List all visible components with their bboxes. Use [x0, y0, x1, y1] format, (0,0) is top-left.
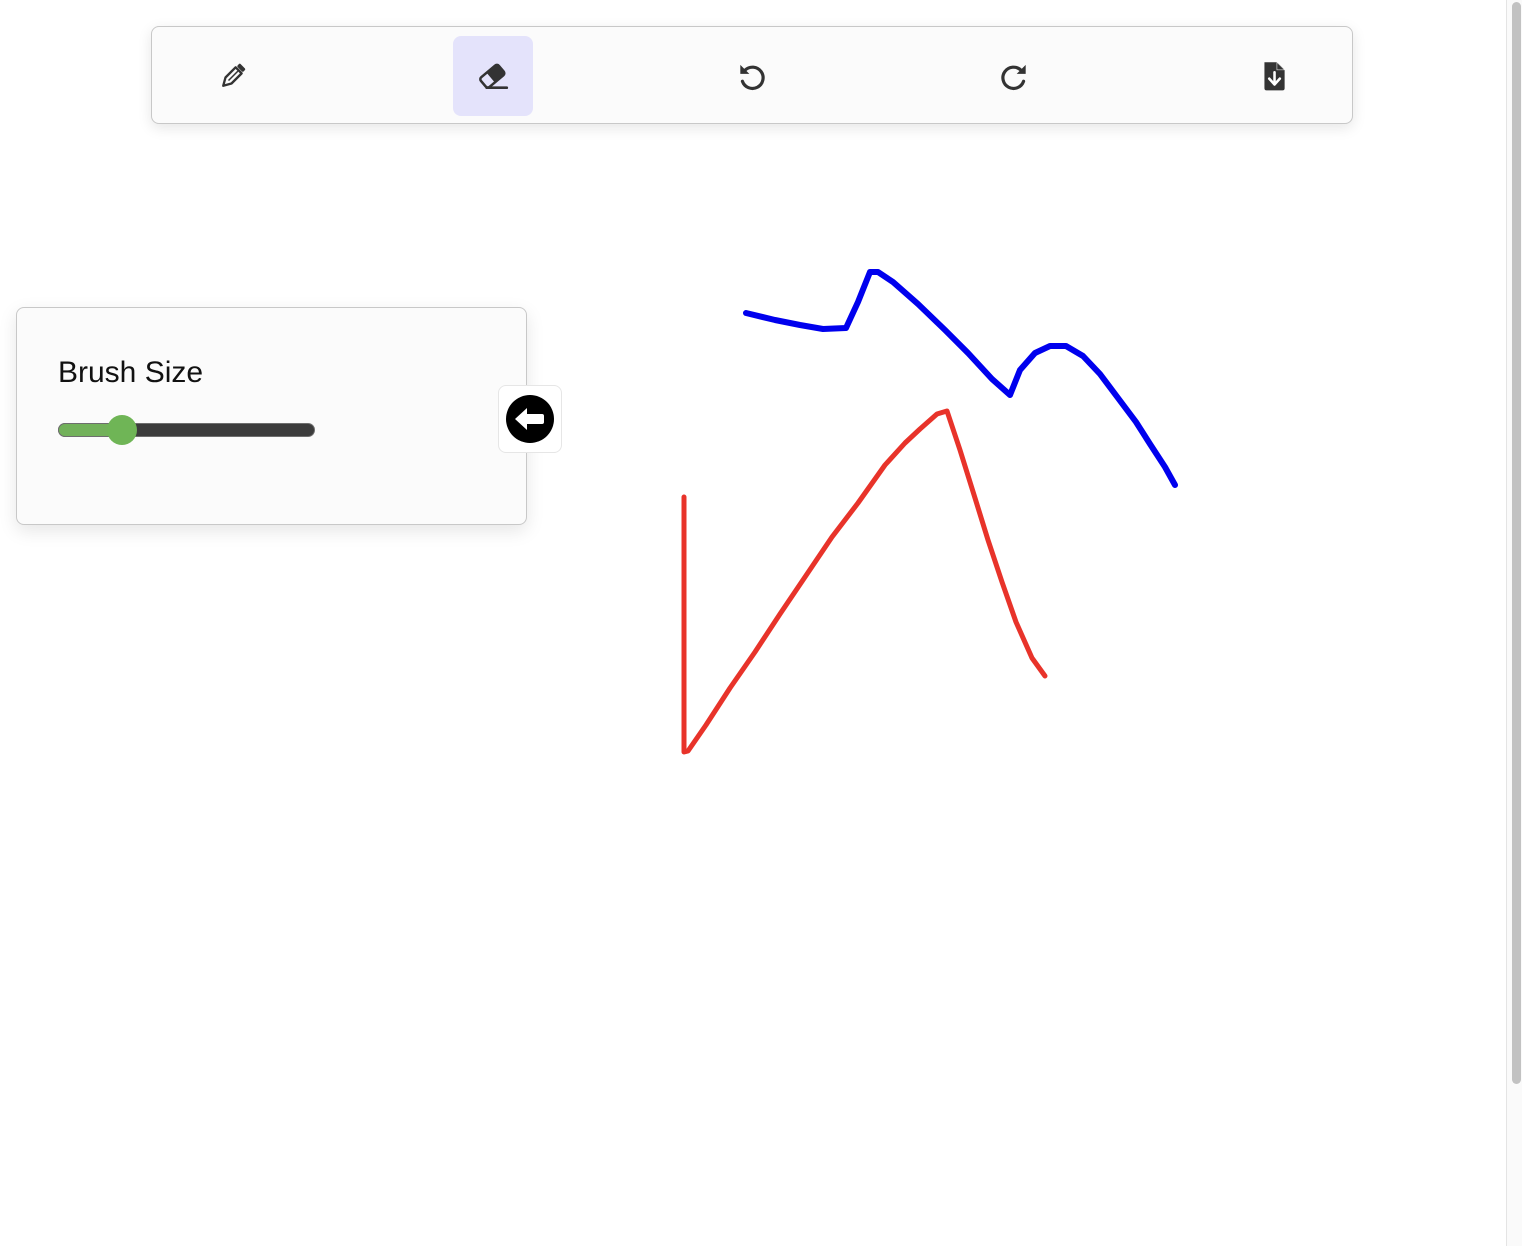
collapse-panel-button[interactable] — [498, 385, 562, 453]
eraser-icon — [479, 63, 509, 89]
drawing-canvas[interactable] — [0, 0, 1506, 1246]
red-stroke — [681, 408, 1048, 755]
pencil-icon — [222, 63, 246, 87]
eraser-button[interactable] — [453, 36, 533, 116]
vertical-scrollbar[interactable] — [1506, 0, 1522, 1246]
file-download-icon — [1264, 62, 1285, 91]
brush-size-slider[interactable] — [58, 415, 315, 445]
brush-size-label: Brush Size — [58, 356, 204, 389]
undo-icon — [740, 64, 765, 91]
arrow-left-circle-icon — [506, 395, 554, 443]
scrollbar-thumb[interactable] — [1512, 2, 1521, 1084]
download-button[interactable] — [1234, 36, 1314, 116]
brush-size-panel: Brush Size — [16, 307, 527, 525]
pencil-button[interactable] — [193, 36, 273, 116]
redo-button[interactable] — [974, 36, 1054, 116]
slider-thumb[interactable] — [107, 415, 137, 445]
toolbar — [151, 26, 1353, 124]
drawing-surface[interactable] — [0, 0, 1506, 1246]
undo-button[interactable] — [712, 36, 792, 116]
redo-icon — [1001, 64, 1026, 91]
